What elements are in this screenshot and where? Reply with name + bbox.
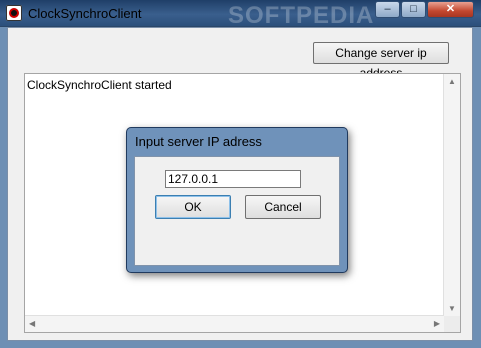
ip-input-dialog: Input server IP adress OK Cancel [126, 127, 348, 273]
vertical-scrollbar[interactable]: ▲ ▼ [443, 74, 460, 316]
scroll-right-icon[interactable]: ▶ [434, 319, 440, 328]
app-window: ClockSynchroClient SOFTPEDIA – □ ✕ Chang… [0, 0, 481, 348]
close-button[interactable]: ✕ [427, 1, 474, 18]
horizontal-scrollbar[interactable]: ◀ ▶ [25, 315, 444, 332]
clock-app-icon[interactable] [6, 5, 22, 21]
window-title: ClockSynchroClient [28, 6, 142, 21]
cancel-button[interactable]: Cancel [245, 195, 321, 219]
log-line: ClockSynchroClient started [27, 78, 172, 92]
maximize-button[interactable]: □ [401, 1, 426, 18]
watermark-logo: SOFTPEDIA [228, 2, 375, 29]
ok-button[interactable]: OK [155, 195, 231, 219]
title-bar[interactable]: ClockSynchroClient SOFTPEDIA – □ ✕ [0, 0, 481, 29]
scroll-up-icon[interactable]: ▲ [448, 77, 456, 86]
dialog-title: Input server IP adress [135, 134, 262, 149]
minimize-button[interactable]: – [375, 1, 400, 18]
scroll-down-icon[interactable]: ▼ [448, 304, 456, 313]
server-ip-input[interactable] [165, 170, 301, 188]
scrollbar-corner [444, 316, 460, 332]
dialog-body: OK Cancel [134, 156, 340, 266]
scroll-left-icon[interactable]: ◀ [29, 319, 35, 328]
change-server-ip-button[interactable]: Change server ip address [313, 42, 449, 80]
